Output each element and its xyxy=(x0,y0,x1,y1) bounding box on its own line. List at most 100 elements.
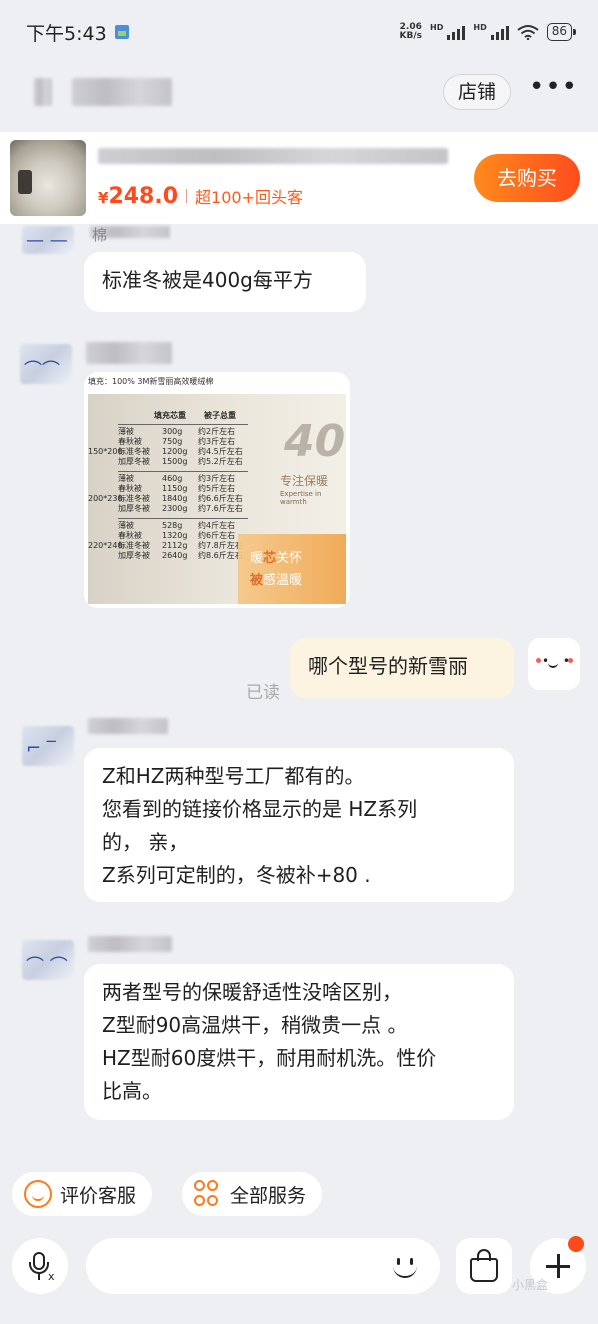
message-bubble-store[interactable]: Z和HZ两种型号工厂都有的。 您看到的链接价格显示的是 HZ系列 的， 亲， Z… xyxy=(84,748,514,902)
table-cell: 约4斤左右 xyxy=(198,521,236,530)
store-avatar[interactable]: ⌒ ⌒ xyxy=(22,940,74,980)
table-row: 加厚冬被 2300g 约7.6斤左右 xyxy=(118,504,248,514)
table-cell: 1320g xyxy=(162,531,188,540)
voice-input-icon[interactable]: x xyxy=(12,1238,68,1294)
message-bubble-store[interactable]: 两者型号的保暖舒适性没啥区别， Z型耐90高温烘干，稍微贵一点 。 HZ型耐60… xyxy=(84,964,514,1120)
table-group-200x230: 200*230 薄被 460g 约3斤左右 春秋被 1150g 约5斤左右 标准冬被 18… xyxy=(88,471,248,518)
table-cell: 加厚冬被 xyxy=(118,504,150,513)
emoji-mouth xyxy=(393,1266,417,1278)
wifi-icon xyxy=(517,25,539,40)
table-cell: 约4.5斤左右 xyxy=(198,447,243,456)
table-cell: 2640g xyxy=(162,551,188,560)
table-cell: 1150g xyxy=(162,484,188,493)
buy-button[interactable]: 去购买 xyxy=(474,154,580,202)
table-cell: 标准冬被 xyxy=(118,541,150,550)
promo-text-part: 暖 xyxy=(250,551,264,566)
sender-name-blurred xyxy=(88,936,172,952)
emoji-eye xyxy=(410,1258,413,1265)
product-info: ¥ 248.0 超100+回头客 xyxy=(98,147,474,209)
message-text: 哪个型号的新雪丽 xyxy=(308,654,468,678)
store-avatar[interactable]: ⌒⌒ xyxy=(20,344,72,384)
table-group-220x240: 220*240 薄被 528g 约4斤左右 春秋被 1320g 约6斤左右 标准冬被 21… xyxy=(88,518,248,565)
message-text-line: 两者型号的保暖舒适性没啥区别， xyxy=(102,980,402,1004)
table-cell: 460g xyxy=(162,474,183,483)
sender-name-blurred xyxy=(88,718,168,734)
sender-name-blurred xyxy=(86,342,172,364)
table-row: 春秋被 1320g 约6斤左右 xyxy=(118,531,248,541)
message-bubble-store[interactable]: 标准冬被是400g每平方 xyxy=(84,252,366,312)
table-col-total-weight: 被子总重 xyxy=(204,411,236,420)
product-price: 248.0 xyxy=(108,183,179,209)
watermark-text: 小黑盒 xyxy=(512,1278,549,1292)
repeat-customers-badge: 超100+回头客 xyxy=(195,187,303,207)
table-row: 薄被 460g 约3斤左右 xyxy=(118,474,248,484)
store-button[interactable]: 店铺 xyxy=(442,74,511,110)
table-cell: 加厚冬被 xyxy=(118,551,150,560)
table-cell: 薄被 xyxy=(118,474,134,483)
table-cell: 1840g xyxy=(162,494,188,503)
store-name-blurred xyxy=(34,78,172,106)
table-row: 薄被 300g 约2斤左右 xyxy=(118,427,248,437)
message-bubble-me[interactable]: 哪个型号的新雪丽 xyxy=(290,638,514,698)
promo-text-emphasis: 被 xyxy=(250,573,264,588)
table-cell: 约7.6斤左右 xyxy=(198,504,243,513)
table-row: 春秋被 1150g 约5斤左右 xyxy=(118,484,248,494)
table-size-label: 220*240 xyxy=(88,541,123,550)
message-input[interactable] xyxy=(86,1238,440,1294)
hd-label-1: HD xyxy=(430,23,444,32)
gallery-notification-icon xyxy=(114,25,129,39)
emoji-icon[interactable] xyxy=(388,1250,422,1284)
table-cell: 2300g xyxy=(162,504,188,513)
avatar-cheek xyxy=(536,658,541,663)
mic-base xyxy=(29,1262,49,1274)
table-size-label: 150*200 xyxy=(88,447,123,456)
product-thumbnail[interactable] xyxy=(10,140,86,216)
shopping-bag-icon[interactable] xyxy=(456,1238,512,1294)
all-services-label: 全部服务 xyxy=(230,1184,307,1207)
table-row: 加厚冬被 2640g 约8.6斤左右 xyxy=(118,551,248,561)
product-title-blurred xyxy=(98,147,448,164)
chat-header: 店铺 ••• xyxy=(0,64,598,120)
product-price-row: ¥ 248.0 超100+回头客 xyxy=(98,184,474,209)
notification-dot xyxy=(568,1236,584,1252)
table-cell: 薄被 xyxy=(118,427,134,436)
rate-service-button[interactable]: 评价客服 xyxy=(12,1172,153,1216)
services-grid-icon xyxy=(194,1180,222,1208)
promo-text-part: 关怀 xyxy=(276,551,303,566)
table-row: 标准冬被 2112g 约7.8斤左右 xyxy=(118,541,248,551)
table-cell: 约2斤左右 xyxy=(198,427,236,436)
promo-text-part: 感温暖 xyxy=(263,573,303,588)
table-cell: 1500g xyxy=(162,457,188,466)
sender-name-fragment: 棉 xyxy=(92,226,108,244)
table-row: 春秋被 750g 约3斤左右 xyxy=(118,437,248,447)
image-message-size-chart[interactable]: 填充：100% 3M新雪丽高效暖绒棉 填充芯重 被子总重 150*200 薄被 3… xyxy=(84,372,350,608)
table-group-150x200: 150*200 薄被 300g 约2斤左右 春秋被 750g 约3斤左右 标准冬被 120… xyxy=(88,424,248,471)
table-cell: 薄被 xyxy=(118,521,134,530)
table-cell: 528g xyxy=(162,521,183,530)
anniversary-logo: 40 xyxy=(284,416,346,467)
table-cell: 约5.2斤左右 xyxy=(198,457,243,466)
store-avatar[interactable]: — — xyxy=(22,226,74,254)
table-col-fill-weight: 填充芯重 xyxy=(154,411,186,420)
mic-stem xyxy=(38,1274,40,1280)
all-services-button[interactable]: 全部服务 xyxy=(182,1172,323,1216)
table-cell: 约6.6斤左右 xyxy=(198,494,243,503)
table-header: 填充芯重 被子总重 xyxy=(88,410,248,424)
table-cell: 标准冬被 xyxy=(118,447,150,456)
price-divider xyxy=(186,188,188,203)
status-time: 下午5:43 xyxy=(26,22,107,45)
table-cell: 300g xyxy=(162,427,183,436)
promo-text-emphasis: 芯 xyxy=(263,551,277,566)
product-card[interactable]: ¥ 248.0 超100+回头客 去购买 xyxy=(0,132,598,224)
signal-icon-1 xyxy=(447,24,466,40)
store-avatar[interactable]: ⌐ ‾ xyxy=(22,726,74,766)
my-avatar[interactable]: • • xyxy=(528,638,580,690)
table-row: 标准冬被 1840g 约6.6斤左右 xyxy=(118,494,248,504)
message-text: 标准冬被是400g每平方 xyxy=(102,268,313,292)
table-cell: 约3斤左右 xyxy=(198,437,236,446)
more-options-icon[interactable]: ••• xyxy=(529,74,578,107)
table-cell: 约5斤左右 xyxy=(198,484,236,493)
table-cell: 标准冬被 xyxy=(118,494,150,503)
table-cell: 1200g xyxy=(162,447,188,456)
message-text-line: 比高。 xyxy=(102,1079,162,1103)
